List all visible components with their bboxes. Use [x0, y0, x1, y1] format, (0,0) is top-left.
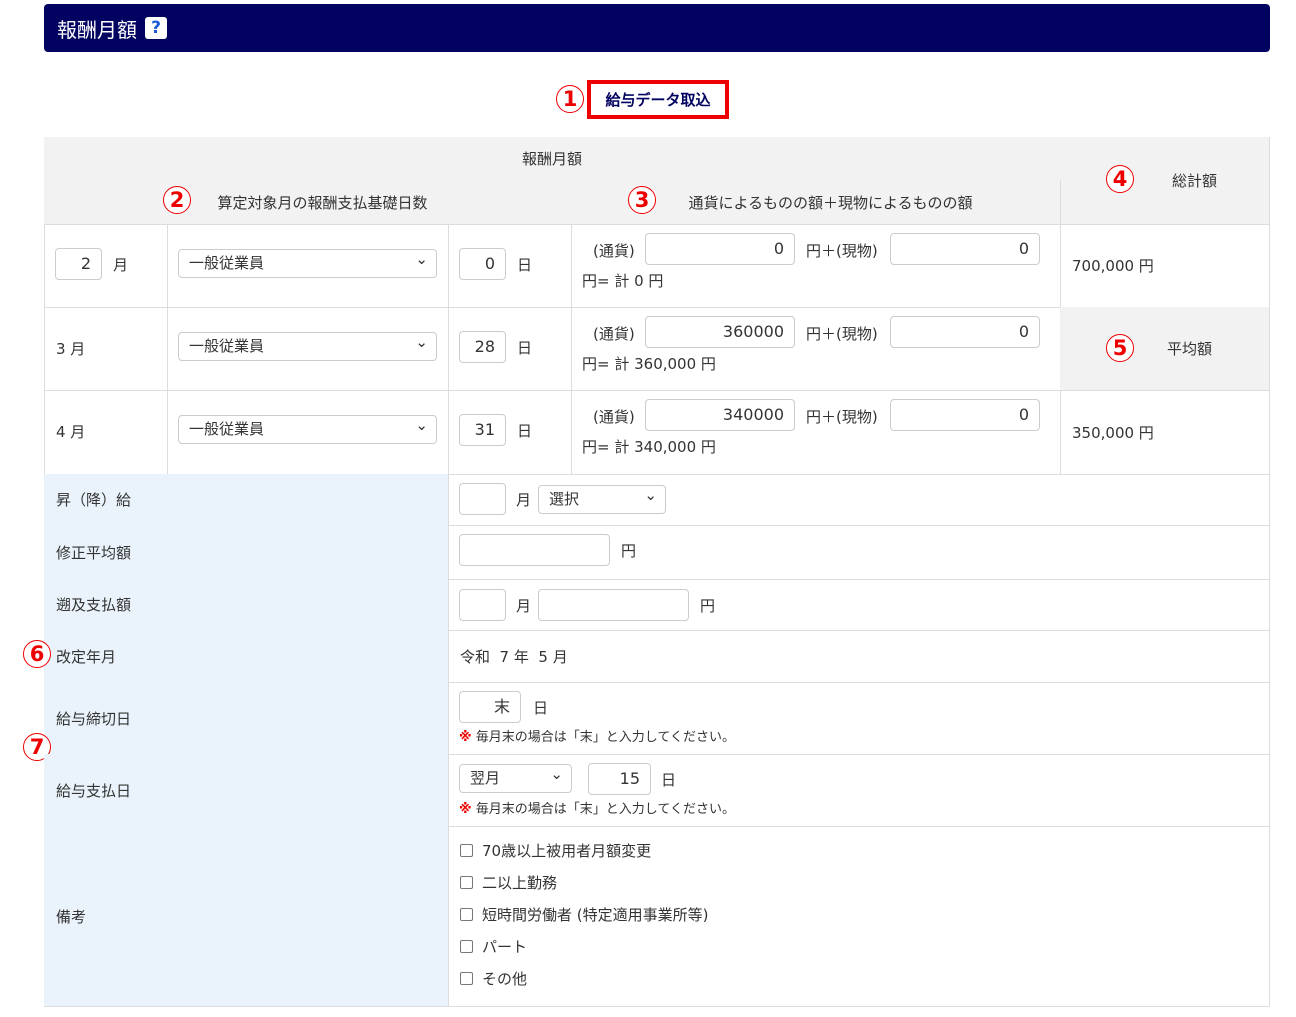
row-sum: 円= 計 0 円	[582, 272, 664, 290]
cash-amount-input[interactable]: 0	[645, 233, 795, 265]
closing-unit: 日	[533, 699, 549, 717]
avg-header: 平均額	[1060, 307, 1270, 391]
month-label: 4 月	[56, 423, 86, 441]
marker-1: 1	[556, 85, 584, 113]
section-title: 報酬月額	[57, 17, 137, 42]
marker-2: 2	[163, 186, 191, 214]
retro-month-input[interactable]	[459, 589, 506, 621]
closing-day-input[interactable]: 末	[459, 691, 521, 723]
in-kind-amount-input[interactable]: 0	[890, 316, 1040, 348]
month-unit: 月	[113, 256, 129, 274]
employee-type-select[interactable]: 一般従業員	[178, 412, 437, 444]
remarks-option-label: パート	[482, 938, 528, 956]
row-sum: 円= 計 340,000 円	[582, 438, 716, 456]
corrected-avg-unit: 円	[621, 542, 637, 560]
remarks-option-label: 短時間労働者 (特定適用事業所等)	[482, 906, 709, 924]
payday-day-input[interactable]: 15	[588, 763, 651, 795]
in-kind-label: 円＋(現物)	[806, 408, 878, 426]
header-days: 算定対象月の報酬支払基礎日数	[44, 180, 572, 225]
payday-month-select[interactable]: 翌月	[459, 761, 572, 793]
header-amount-label: 通貨によるものの額＋現物によるものの額	[688, 193, 973, 212]
avg-cell: 350,000 円	[1060, 390, 1270, 475]
section-header: 報酬月額?	[44, 4, 1270, 52]
remarks-option-label: 二以上勤務	[482, 874, 558, 892]
day-unit: 日	[517, 422, 533, 440]
days-input[interactable]: 0	[459, 248, 506, 280]
marker-3: 3	[628, 186, 656, 214]
retro-amount-input[interactable]	[538, 589, 689, 621]
cash-label: (通貨)	[593, 408, 635, 426]
header-total: 総計額	[1060, 137, 1270, 225]
row-sum: 円= 計 360,000 円	[582, 355, 716, 373]
retro-amount-unit: 円	[700, 597, 716, 615]
remarks-checkbox[interactable]	[460, 940, 473, 953]
cash-label: (通貨)	[593, 325, 635, 343]
header-group-label: 報酬月額	[521, 150, 582, 168]
corrected-avg-label: 修正平均額	[44, 525, 449, 580]
revision-label: 改定年月	[44, 630, 449, 683]
payday-note-text: 毎月末の場合は「末」と入力してください。	[475, 802, 736, 817]
marker-4: 4	[1106, 165, 1134, 193]
note-mark: ※	[459, 730, 472, 745]
in-kind-label: 円＋(現物)	[806, 325, 878, 343]
employee-type-select[interactable]: 一般従業員	[178, 246, 437, 278]
remarks-checkbox[interactable]	[460, 844, 473, 857]
payday-unit: 日	[661, 771, 677, 789]
revision-value: 令和 7 年 5 月	[448, 630, 1270, 683]
closing-note-text: 毎月末の場合は「末」と入力してください。	[475, 730, 736, 745]
cash-amount-input[interactable]: 340000	[645, 399, 795, 431]
marker-5: 5	[1106, 334, 1134, 362]
cash-label: (通貨)	[593, 242, 635, 260]
remarks-option-label: 70歳以上被用者月額変更	[482, 842, 652, 860]
day-unit: 日	[517, 339, 533, 357]
raise-month-input[interactable]	[459, 483, 506, 515]
avg-value: 350,000 円	[1072, 423, 1154, 442]
in-kind-label: 円＋(現物)	[806, 242, 878, 260]
in-kind-amount-input[interactable]: 0	[890, 233, 1040, 265]
month-label: 3 月	[56, 340, 86, 358]
employee-type-select[interactable]: 一般従業員	[178, 329, 437, 361]
remarks-label: 備考	[44, 826, 449, 1007]
retro-month-unit: 月	[516, 597, 532, 615]
retro-label: 遡及支払額	[44, 579, 449, 631]
days-input[interactable]: 28	[459, 331, 506, 363]
raise-label: 昇（降）給	[44, 474, 449, 526]
import-salary-data-button[interactable]: 給与データ取込	[587, 80, 729, 119]
closing-label: 給与締切日	[44, 682, 449, 755]
total-label: 総計額	[1171, 172, 1217, 190]
remarks-checkbox[interactable]	[460, 972, 473, 985]
day-unit: 日	[517, 256, 533, 274]
payday-label: 給与支払日	[44, 754, 449, 827]
in-kind-amount-input[interactable]: 0	[890, 399, 1040, 431]
avg-label: 平均額	[1166, 340, 1212, 358]
cash-amount-input[interactable]: 360000	[645, 316, 795, 348]
help-icon[interactable]: ?	[145, 17, 167, 39]
month-input[interactable]: 2	[55, 248, 102, 280]
payday-note: ※ 毎月末の場合は「末」と入力してください。	[459, 798, 735, 817]
remarks-checkbox[interactable]	[460, 908, 473, 921]
remarks-checkbox[interactable]	[460, 876, 473, 889]
corrected-avg-input[interactable]	[459, 534, 610, 566]
raise-month-unit: 月	[516, 491, 532, 509]
total-value: 700,000 円	[1072, 257, 1154, 275]
raise-select[interactable]: 選択	[538, 482, 666, 514]
header-group: 報酬月額	[44, 137, 1061, 181]
days-input[interactable]: 31	[459, 414, 506, 446]
total-cell: 700,000 円	[1060, 224, 1270, 308]
remarks-option-label: その他	[482, 970, 528, 988]
marker-6: 6	[23, 640, 51, 668]
header-days-label: 算定対象月の報酬支払基礎日数	[217, 193, 428, 212]
note-mark: ※	[459, 802, 472, 817]
closing-note: ※ 毎月末の場合は「末」と入力してください。	[459, 726, 735, 745]
